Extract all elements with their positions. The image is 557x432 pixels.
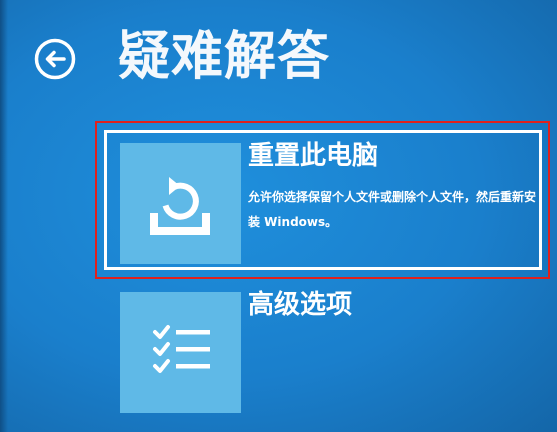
screen-edge-shadow <box>0 0 8 432</box>
back-arrow-circle-icon <box>34 38 76 80</box>
back-button[interactable] <box>33 37 77 81</box>
reset-pc-option[interactable]: 重置此电脑 允许你选择保留个人文件或删除个人文件，然后重新安装 Windows。 <box>120 141 550 264</box>
advanced-options-title: 高级选项 <box>248 290 353 320</box>
advanced-options-tile <box>120 292 241 413</box>
advanced-options-option[interactable]: 高级选项 <box>120 290 550 413</box>
checklist-icon <box>153 325 210 373</box>
reset-pc-description: 允许你选择保留个人文件或删除个人文件，然后重新安装 Windows。 <box>248 190 537 229</box>
page-title: 疑难解答 <box>118 27 331 87</box>
reset-pc-title: 重置此电脑 <box>248 141 379 171</box>
reset-pc-icon <box>150 177 210 235</box>
reset-pc-tile <box>120 143 241 264</box>
